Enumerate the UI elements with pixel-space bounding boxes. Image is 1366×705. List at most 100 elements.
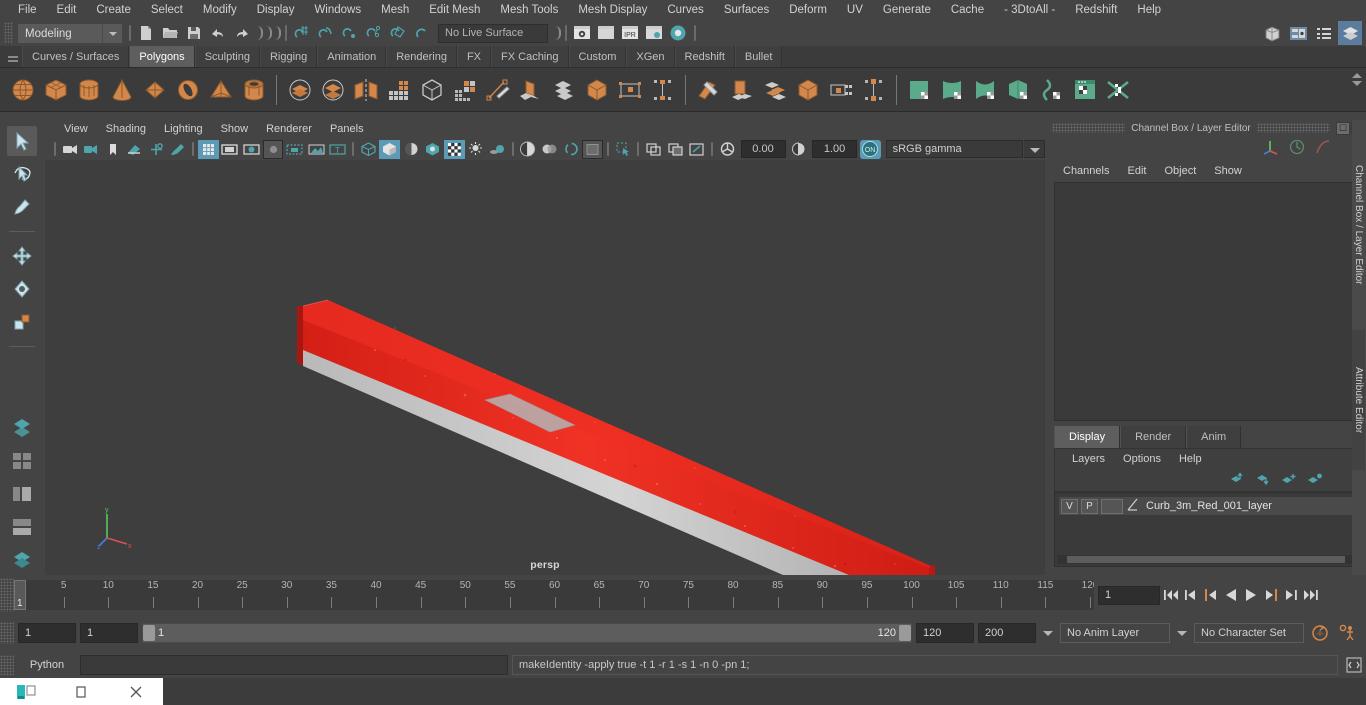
shelf-tab-custom[interactable]: Custom — [568, 46, 627, 67]
create-new-layer-icon[interactable] — [1281, 472, 1297, 489]
move-layer-up-icon[interactable] — [1229, 471, 1245, 489]
side-tab-attribute-editor[interactable]: Attribute Editor — [1352, 330, 1365, 470]
menu-item-mesh[interactable]: Mesh — [371, 0, 419, 20]
display-layer-list[interactable]: V P Curb_3m_Red_001_layer — [1054, 492, 1358, 567]
bookmark-icon[interactable] — [103, 140, 124, 159]
layer-type-toggle[interactable] — [1101, 498, 1123, 514]
resolution-gate-icon[interactable] — [241, 140, 262, 159]
play-forwards-icon[interactable] — [1242, 585, 1260, 605]
shelf-tab-bullet[interactable]: Bullet — [734, 46, 783, 67]
channel-menu-object[interactable]: Object — [1155, 165, 1205, 177]
uv-cut-icon[interactable] — [1037, 74, 1067, 106]
bridge-icon[interactable] — [859, 74, 889, 106]
xray-joints-icon[interactable] — [643, 140, 664, 159]
exposure-aperture-icon[interactable] — [717, 140, 738, 159]
time-slider-grip[interactable] — [0, 578, 14, 612]
animation-preferences-icon[interactable] — [1336, 622, 1360, 644]
select-component-mode-icon[interactable] — [272, 23, 281, 43]
persp-graph-editor-layout-icon[interactable] — [7, 512, 37, 542]
menu-item-edit-mesh[interactable]: Edit Mesh — [419, 0, 490, 20]
viewport-menu-view[interactable]: View — [55, 120, 97, 138]
offset-edge-loop-icon[interactable] — [648, 74, 678, 106]
combine-icon[interactable] — [285, 74, 315, 106]
command-result-field[interactable]: makeIdentity -apply true -t 1 -r 1 -s 1 … — [512, 655, 1338, 675]
separate-icon[interactable] — [318, 74, 348, 106]
show-hide-modeling-toolkit-icon[interactable] — [1260, 21, 1284, 45]
uv-planar-map-icon[interactable] — [905, 74, 935, 106]
extrude-icon[interactable] — [483, 74, 513, 106]
character-set-dropdown-arrow-icon[interactable] — [1174, 623, 1190, 643]
layers-menu-help[interactable]: Help — [1170, 453, 1211, 465]
use-default-lighting-icon[interactable] — [444, 139, 465, 159]
image-plane-icon[interactable] — [125, 140, 146, 159]
shelf-scroll-arrows[interactable] — [1350, 70, 1364, 110]
xray-active-components-icon[interactable] — [665, 140, 686, 159]
uv-spherical-map-icon[interactable] — [971, 74, 1001, 106]
menu-item-surfaces[interactable]: Surfaces — [714, 0, 779, 20]
circularize-icon[interactable] — [826, 74, 856, 106]
playback-end-time-field[interactable]: 120 — [916, 623, 974, 643]
select-hierarchy-mode-icon[interactable] — [254, 23, 263, 43]
current-frame-field[interactable]: 1 — [1098, 585, 1160, 605]
menu-item-mesh-display[interactable]: Mesh Display — [568, 0, 657, 20]
rotate-tool[interactable] — [7, 274, 37, 304]
shelf-scroll-up-icon[interactable] — [1352, 73, 1362, 78]
panel-undock-icon[interactable]: ☐ — [1336, 121, 1351, 135]
playback-start-time-field[interactable]: 1 — [80, 623, 138, 643]
exposure-icon[interactable] — [306, 140, 327, 159]
animation-start-time-field[interactable]: 1 — [18, 623, 76, 643]
render-region-icon[interactable] — [595, 23, 617, 43]
paint-effects-icon[interactable] — [168, 140, 189, 159]
mirror-geometry-icon[interactable] — [351, 74, 381, 106]
bevel-icon[interactable] — [516, 74, 546, 106]
shelf-tab-fx[interactable]: FX — [456, 46, 492, 67]
viewport-menu-lighting[interactable]: Lighting — [155, 120, 212, 138]
redo-icon[interactable] — [230, 22, 254, 44]
minimize-icon[interactable] — [54, 678, 108, 705]
app-icon[interactable] — [0, 678, 54, 705]
layer-tab-render[interactable]: Render — [1120, 426, 1187, 448]
current-time-indicator[interactable]: 1 — [14, 580, 26, 610]
menu-item-modify[interactable]: Modify — [193, 0, 247, 20]
layer-tab-display[interactable]: Display — [1054, 426, 1121, 448]
uv-editor-icon[interactable] — [1070, 74, 1100, 106]
select-camera-icon[interactable] — [60, 140, 81, 159]
single-perspective-view-icon[interactable] — [7, 413, 37, 443]
go-to-start-icon[interactable] — [1162, 585, 1180, 605]
shelf-tab-curves-surfaces[interactable]: Curves / Surfaces — [22, 46, 130, 67]
step-back-key-icon[interactable] — [1202, 585, 1220, 605]
viewport-menu-shading[interactable]: Shading — [97, 120, 155, 138]
command-input-field[interactable] — [80, 655, 508, 675]
motion-blur-icon[interactable] — [539, 140, 560, 159]
range-slider[interactable]: 1 120 — [142, 623, 912, 643]
layer-playback-toggle[interactable]: P — [1081, 498, 1098, 514]
scale-tool[interactable] — [7, 307, 37, 337]
go-to-end-icon[interactable] — [1302, 585, 1320, 605]
persp-outliner-layout-icon[interactable] — [7, 479, 37, 509]
viewport-menu-panels[interactable]: Panels — [321, 120, 373, 138]
color-management-dropdown-arrow-icon[interactable] — [1023, 140, 1046, 158]
menu-item-windows[interactable]: Windows — [304, 0, 371, 20]
shelf-tab-polygons[interactable]: Polygons — [129, 46, 195, 67]
last-tool-used[interactable] — [7, 356, 37, 386]
menu-item-help[interactable]: Help — [1127, 0, 1171, 20]
menu-item-display[interactable]: Display — [247, 0, 305, 20]
append-polygon-icon[interactable] — [582, 74, 612, 106]
film-gate-icon[interactable] — [220, 140, 241, 159]
menu-item-3dtoall[interactable]: - 3DtoAll - — [994, 0, 1065, 20]
uv-sew-icon[interactable] — [1103, 74, 1133, 106]
move-tool[interactable] — [7, 241, 37, 271]
show-hide-tool-settings-icon[interactable] — [1312, 21, 1336, 45]
shadows-icon[interactable] — [487, 140, 508, 159]
film-origin-icon[interactable] — [284, 140, 305, 159]
display-layer-row[interactable]: V P Curb_3m_Red_001_layer — [1059, 497, 1353, 515]
shelf-tab-redshift[interactable]: Redshift — [674, 46, 735, 67]
isolate-select-icon[interactable] — [582, 139, 603, 159]
layers-menu-layers[interactable]: Layers — [1063, 453, 1114, 465]
snap-to-view-plane-icon[interactable] — [386, 22, 410, 44]
range-slider-right-handle[interactable] — [899, 625, 911, 641]
xray-icon[interactable] — [613, 140, 634, 159]
show-hide-channel-box-icon[interactable] — [1338, 21, 1362, 45]
menu-item-file[interactable]: File — [8, 0, 47, 20]
create-layer-from-selected-icon[interactable] — [1307, 472, 1323, 489]
